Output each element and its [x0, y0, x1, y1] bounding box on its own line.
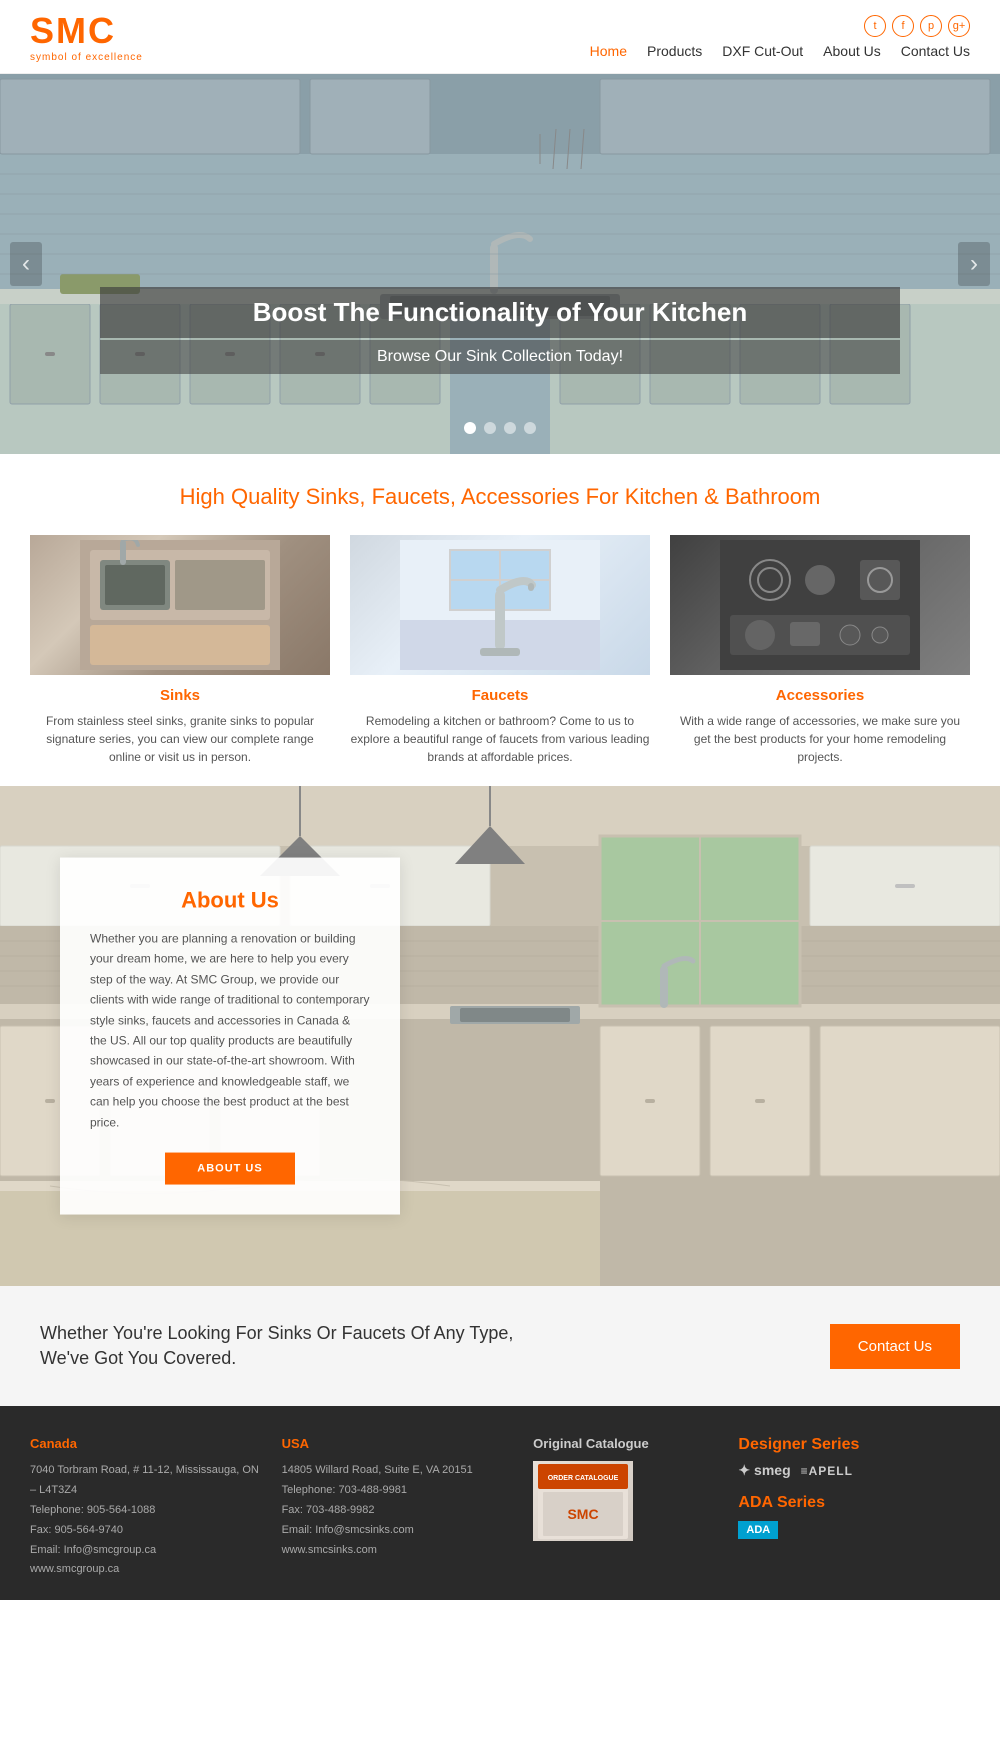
- hero-title-bg: Boost The Functionality of Your Kitchen: [100, 287, 900, 338]
- hero-subtitle-bg: Browse Our Sink Collection Today!: [100, 340, 900, 374]
- products-section: High Quality Sinks, Faucets, Accessories…: [0, 454, 1000, 786]
- about-button[interactable]: ABOUT US: [165, 1152, 295, 1184]
- cta-contact-button[interactable]: Contact Us: [830, 1324, 960, 1369]
- logo-text: SMC: [30, 10, 143, 52]
- footer-usa-address: 14805 Willard Road, Suite E, VA 20151: [282, 1461, 514, 1481]
- product-image-accessories: [670, 535, 970, 675]
- svg-text:SMC: SMC: [568, 1506, 599, 1522]
- footer-canada-email: Email: Info@smcgroup.ca: [30, 1541, 262, 1561]
- hero-next-button[interactable]: ›: [958, 242, 990, 286]
- footer-usa-email: Email: Info@smcsinks.com: [282, 1521, 514, 1541]
- about-title: About Us: [90, 888, 370, 914]
- footer-canada: Canada 7040 Torbram Road, # 11-12, Missi…: [30, 1436, 262, 1580]
- accessories-illustration: [720, 540, 920, 670]
- site-header: SMC symbol of excellence t f p g+ Home P…: [0, 0, 1000, 74]
- nav-products[interactable]: Products: [647, 43, 702, 59]
- svg-text:ORDER CATALOGUE: ORDER CATALOGUE: [548, 1475, 619, 1482]
- footer-catalogue: Original Catalogue ORDER CATALOGUE SMC: [533, 1436, 718, 1580]
- footer-ada-title: ADA Series: [738, 1494, 970, 1512]
- pinterest-icon[interactable]: p: [920, 15, 942, 37]
- footer-ada-badge-wrapper: ADA: [738, 1520, 970, 1539]
- product-card-accessories: Accessories With a wide range of accesso…: [670, 535, 970, 766]
- product-name-accessories: Accessories: [670, 687, 970, 704]
- nav-dxf[interactable]: DXF Cut-Out: [722, 43, 803, 59]
- product-desc-accessories: With a wide range of accessories, we mak…: [670, 712, 970, 766]
- cta-text: Whether You're Looking For Sinks Or Fauc…: [40, 1321, 540, 1371]
- nav-contact[interactable]: Contact Us: [901, 43, 970, 59]
- footer-canada-phone: Telephone: 905-564-1088: [30, 1501, 262, 1521]
- footer-brand-smeg: ✦ smeg: [738, 1462, 790, 1479]
- footer-canada-website: www.smcgroup.ca: [30, 1560, 262, 1580]
- footer-ada-badge: ADA: [738, 1521, 778, 1539]
- hero-dots: [464, 422, 536, 434]
- hero-dot-4[interactable]: [524, 422, 536, 434]
- nav-about[interactable]: About Us: [823, 43, 881, 59]
- product-image-sinks: [30, 535, 330, 675]
- products-grid: Sinks From stainless steel sinks, granit…: [30, 535, 970, 766]
- hero-content: Boost The Functionality of Your Kitchen …: [100, 287, 900, 374]
- sink-illustration: [80, 540, 280, 670]
- footer-brands: Designer Series ✦ smeg ≡APELL ADA Series…: [738, 1436, 970, 1580]
- hero-dot-1[interactable]: [464, 422, 476, 434]
- logo: SMC symbol of excellence: [30, 10, 143, 63]
- hero-title: Boost The Functionality of Your Kitchen: [120, 297, 880, 328]
- catalogue-svg: ORDER CATALOGUE SMC: [538, 1464, 628, 1539]
- facebook-icon[interactable]: f: [892, 15, 914, 37]
- hero-dot-2[interactable]: [484, 422, 496, 434]
- product-image-faucets: [350, 535, 650, 675]
- footer-usa-title: USA: [282, 1436, 514, 1451]
- hero-background-svg: [0, 74, 1000, 454]
- faucet-illustration: [400, 540, 600, 670]
- cta-section: Whether You're Looking For Sinks Or Fauc…: [0, 1286, 1000, 1406]
- product-desc-faucets: Remodeling a kitchen or bathroom? Come t…: [350, 712, 650, 766]
- site-footer: Canada 7040 Torbram Road, # 11-12, Missi…: [0, 1406, 1000, 1600]
- footer-usa: USA 14805 Willard Road, Suite E, VA 2015…: [282, 1436, 514, 1580]
- hero-dot-3[interactable]: [504, 422, 516, 434]
- catalogue-image[interactable]: ORDER CATALOGUE SMC: [533, 1461, 633, 1541]
- product-card-sinks: Sinks From stainless steel sinks, granit…: [30, 535, 330, 766]
- social-icons: t f p g+: [864, 15, 970, 37]
- footer-canada-fax: Fax: 905-564-9740: [30, 1521, 262, 1541]
- header-right: t f p g+ Home Products DXF Cut-Out About…: [590, 15, 970, 59]
- footer-canada-address: 7040 Torbram Road, # 11-12, Mississauga,…: [30, 1461, 262, 1501]
- hero-prev-button[interactable]: ‹: [10, 242, 42, 286]
- footer-catalogue-title: Original Catalogue: [533, 1436, 718, 1451]
- footer-canada-title: Canada: [30, 1436, 262, 1451]
- product-name-faucets: Faucets: [350, 687, 650, 704]
- product-name-sinks: Sinks: [30, 687, 330, 704]
- logo-sub: symbol of excellence: [30, 52, 143, 63]
- footer-usa-fax: Fax: 703-488-9982: [282, 1501, 514, 1521]
- footer-brand-apell: ≡APELL: [801, 1464, 853, 1478]
- main-nav: Home Products DXF Cut-Out About Us Conta…: [590, 43, 970, 59]
- about-box: About Us Whether you are planning a reno…: [60, 858, 400, 1215]
- googleplus-icon[interactable]: g+: [948, 15, 970, 37]
- hero-slider: ‹ Boost The Functionality of Your Kitche…: [0, 74, 1000, 454]
- twitter-icon[interactable]: t: [864, 15, 886, 37]
- product-card-faucets: Faucets Remodeling a kitchen or bathroom…: [350, 535, 650, 766]
- footer-usa-phone: Telephone: 703-488-9981: [282, 1481, 514, 1501]
- product-desc-sinks: From stainless steel sinks, granite sink…: [30, 712, 330, 766]
- about-text: Whether you are planning a renovation or…: [90, 929, 370, 1133]
- footer-brand-row-designer: ✦ smeg ≡APELL: [738, 1462, 970, 1479]
- products-title: High Quality Sinks, Faucets, Accessories…: [30, 484, 970, 510]
- nav-home[interactable]: Home: [590, 43, 627, 59]
- footer-usa-website: www.smcsinks.com: [282, 1541, 514, 1561]
- hero-subtitle: Browse Our Sink Collection Today!: [120, 348, 880, 366]
- about-section: About Us Whether you are planning a reno…: [0, 786, 1000, 1286]
- footer-designer-title: Designer Series: [738, 1436, 970, 1454]
